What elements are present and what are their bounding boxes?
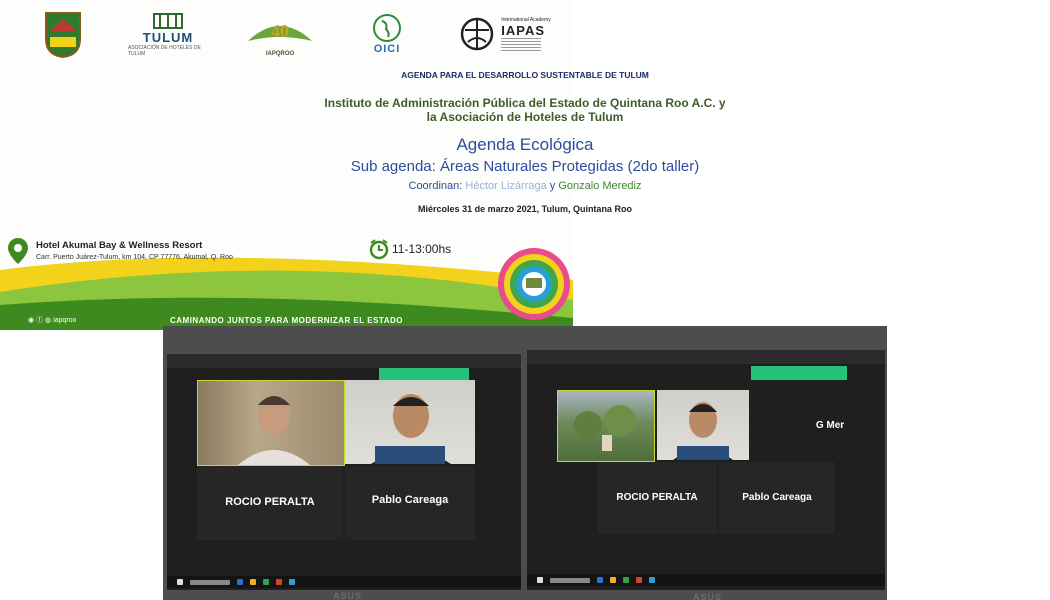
search-box[interactable] xyxy=(190,579,230,585)
alarm-clock-icon xyxy=(369,239,389,260)
location-pin-icon xyxy=(8,238,28,264)
oici-logo-text: OICI xyxy=(373,43,401,55)
window-title-bar xyxy=(167,354,521,368)
monitor-screen-right: G Mer ROCIO PERALTA Pablo Careaga xyxy=(527,350,885,590)
search-box[interactable] xyxy=(550,577,590,583)
app-icon[interactable] xyxy=(289,579,295,585)
participant-tile-pablo[interactable]: Pablo Careaga xyxy=(719,462,835,534)
participant-video-pablo[interactable] xyxy=(657,390,749,460)
monitor-brand: ASUS xyxy=(333,591,363,600)
folder-icon[interactable] xyxy=(250,579,256,585)
institute-heading: Instituto de Administración Pública del … xyxy=(0,96,1050,124)
institute-line-1: Instituto de Administración Pública del … xyxy=(324,96,726,110)
recording-banner xyxy=(751,366,847,380)
tulum-logo-text: TULUM xyxy=(142,29,194,45)
start-icon[interactable] xyxy=(537,577,543,583)
app-icon[interactable] xyxy=(597,577,603,583)
zoom-screenshot-left: ROCIO PERALTA Pablo Careaga ASUS xyxy=(163,326,525,600)
participant-tile-rocio[interactable]: ROCIO PERALTA xyxy=(597,462,717,534)
iapqroo-logo-text: IAPQROO xyxy=(265,51,295,57)
oici-logo: OICI xyxy=(362,8,412,60)
start-icon[interactable] xyxy=(177,579,183,585)
participant-name: Pablo Careaga xyxy=(371,494,449,506)
participant-video-rocio[interactable] xyxy=(197,380,345,466)
agenda-title: Agenda Ecológica xyxy=(456,135,594,154)
venue-address: Carr. Puerto Juárez-Tulum, km 104, CP 77… xyxy=(36,254,233,261)
participant-name: ROCIO PERALTA xyxy=(225,496,315,508)
participant-tile-pablo[interactable]: Pablo Careaga xyxy=(345,466,475,540)
iapqroo-40-anniversary-logo: 40 IAPQROO xyxy=(240,8,320,60)
app-icon[interactable] xyxy=(623,577,629,583)
institute-line-2: la Asociación de Hoteles de Tulum xyxy=(426,110,624,124)
sub-agenda-title: Sub agenda: Áreas Naturales Protegidas (… xyxy=(350,158,700,175)
video-feed xyxy=(657,390,749,460)
coordinan-label: Coordinan: xyxy=(408,180,463,192)
event-flyer: TULUM ASOCIACIÓN DE HOTELES DE TULUM 40 … xyxy=(0,0,1050,330)
app-icon[interactable] xyxy=(636,577,642,583)
participant-tile-gmer[interactable]: G Mer xyxy=(755,390,865,460)
participant-name: ROCIO PERALTA xyxy=(616,492,698,503)
monitor-brand: ASUS xyxy=(693,592,723,600)
venue-name: Hotel Akumal Bay & Wellness Resort xyxy=(36,240,203,251)
event-date: Miércoles 31 de marzo 2021, Tulum, Quint… xyxy=(418,204,632,214)
slogan: CAMINANDO JUNTOS PARA MODERNIZAR EL ESTA… xyxy=(169,316,403,325)
app-icon[interactable] xyxy=(276,579,282,585)
windows-taskbar xyxy=(167,576,521,588)
iapas-fine-print xyxy=(501,37,542,52)
svg-text:40: 40 xyxy=(271,21,289,41)
agenda-dev-heading: AGENDA PARA EL DESARROLLO SUSTENTABLE DE… xyxy=(401,70,649,80)
monitor-screen-left: ROCIO PERALTA Pablo Careaga xyxy=(167,354,521,590)
sustainability-wheel-icon xyxy=(498,248,570,320)
coordinator-gonzalo: Gonzalo Merediz xyxy=(558,180,642,192)
coordinator-hector: Héctor Lizárraga xyxy=(465,180,547,192)
participant-video-pablo[interactable] xyxy=(345,380,475,464)
participant-video-shared[interactable] xyxy=(557,390,655,462)
event-time: 11-13:00hs xyxy=(392,242,452,256)
app-icon[interactable] xyxy=(649,577,655,583)
iapas-logo-text: IAPAS xyxy=(501,22,546,38)
window-title-bar xyxy=(527,350,885,364)
video-feed xyxy=(558,391,654,461)
windows-taskbar xyxy=(527,574,885,586)
participant-name: G Mer xyxy=(815,420,845,431)
video-feed xyxy=(345,380,475,464)
participant-name: Pablo Careaga xyxy=(742,492,812,503)
tulum-logo: TULUM ASOCIACIÓN DE HOTELES DE TULUM xyxy=(128,8,208,60)
folder-icon[interactable] xyxy=(610,577,616,583)
app-icon[interactable] xyxy=(237,579,243,585)
participant-tile-rocio[interactable]: ROCIO PERALTA xyxy=(197,466,343,540)
iapas-logo: International Academy IAPAS xyxy=(455,8,555,60)
quintana-roo-seal xyxy=(40,8,86,60)
coordinators-line: Coordinan: Héctor Lizárraga y Gonzalo Me… xyxy=(0,180,1050,192)
zoom-screenshot-right: G Mer ROCIO PERALTA Pablo Careaga ASUS xyxy=(525,326,887,600)
and-conjunction: y xyxy=(549,180,556,192)
tulum-logo-subtext: ASOCIACIÓN DE HOTELES DE TULUM xyxy=(128,44,201,57)
app-icon[interactable] xyxy=(263,579,269,585)
video-feed xyxy=(198,381,344,465)
